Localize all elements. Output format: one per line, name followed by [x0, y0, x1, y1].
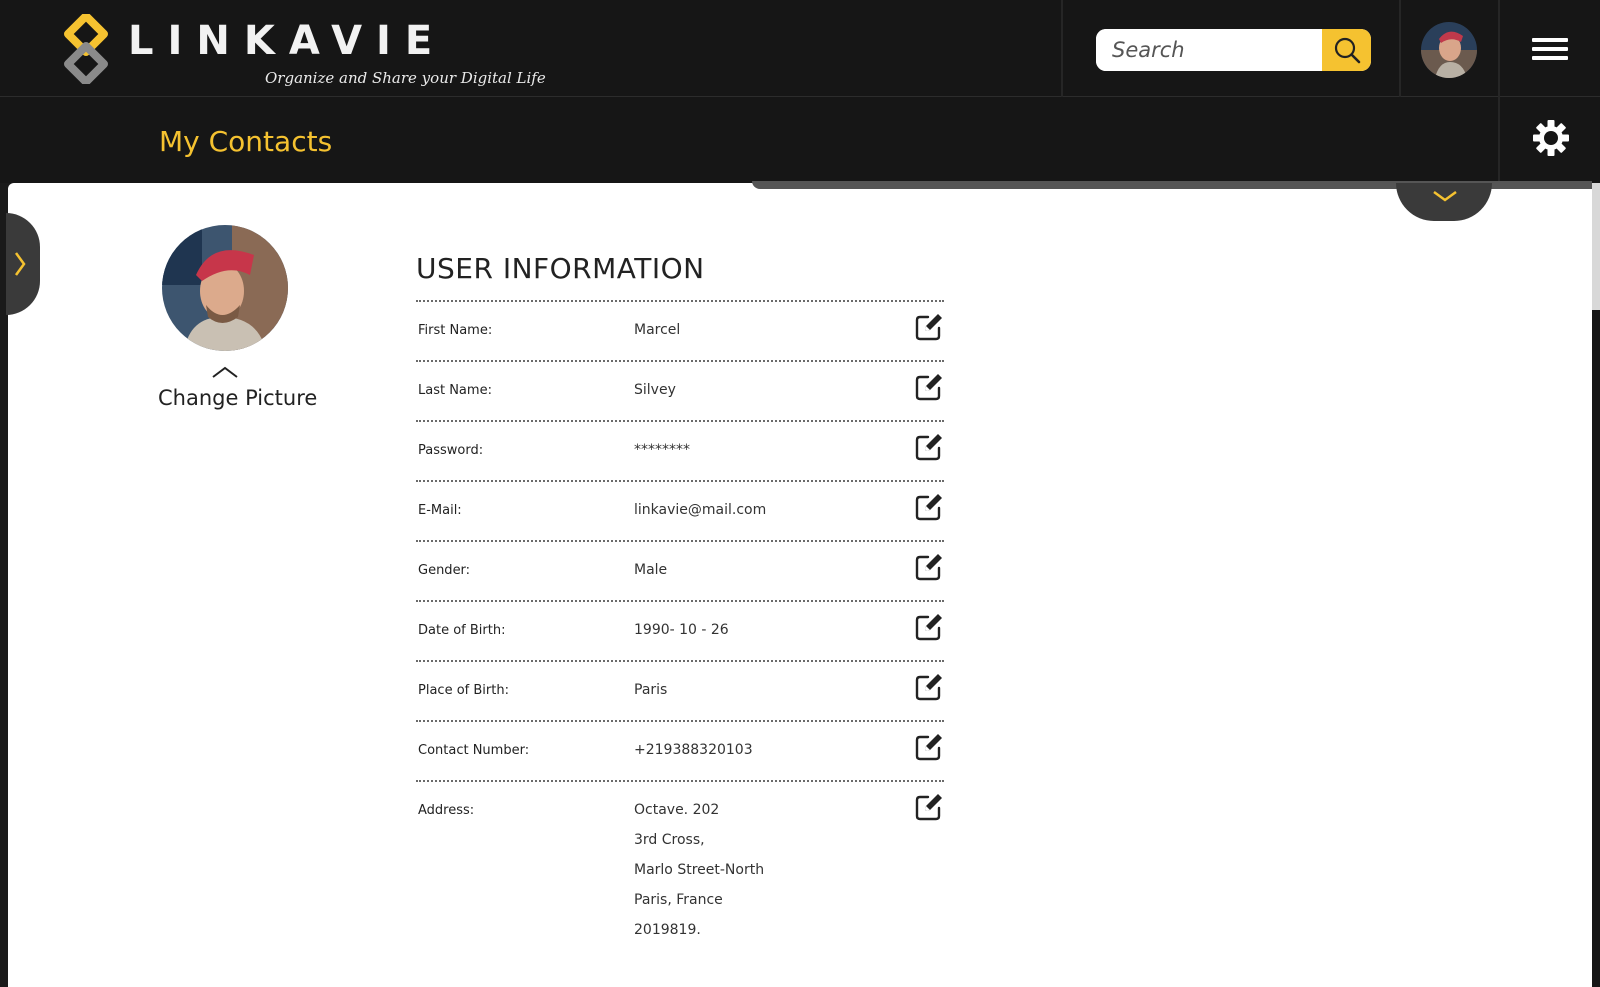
chevron-down-icon — [1433, 190, 1457, 202]
divider — [1061, 0, 1063, 97]
edit-icon[interactable] — [914, 492, 944, 522]
chevron-right-icon — [14, 252, 26, 276]
search-button[interactable] — [1322, 29, 1371, 71]
address-value: Octave. 202 3rd Cross, Marlo Street-Nort… — [634, 795, 764, 945]
edit-icon[interactable] — [914, 792, 944, 822]
info-row-password: Password: ******** — [416, 420, 944, 480]
info-row-date-of-birth: Date of Birth: 1990- 10 - 26 — [416, 600, 944, 660]
field-value: Male — [634, 562, 668, 578]
edit-icon[interactable] — [914, 372, 944, 402]
address-line: Paris, France — [634, 892, 723, 908]
info-row-first-name: First Name: Marcel — [416, 300, 944, 360]
edit-icon[interactable] — [914, 432, 944, 462]
field-value: Silvey — [634, 382, 676, 398]
info-row-last-name: Last Name: Silvey — [416, 360, 944, 420]
page-title: My Contacts — [159, 125, 333, 158]
expand-sidebar-tab[interactable] — [6, 213, 40, 315]
edit-icon[interactable] — [914, 672, 944, 702]
section-title: USER INFORMATION — [416, 252, 705, 285]
profile-image — [162, 225, 288, 351]
field-label: Address: — [418, 803, 475, 818]
user-avatar[interactable] — [1421, 22, 1477, 78]
search-input[interactable] — [1096, 29, 1322, 71]
logo[interactable]: LINKAVIE Organize and Share your Digital… — [62, 12, 546, 94]
avatar-image — [1421, 22, 1477, 78]
search-bar — [1096, 29, 1371, 71]
hamburger-menu-icon[interactable] — [1532, 38, 1568, 62]
field-value: ******** — [634, 442, 690, 458]
field-label: E-Mail: — [418, 503, 462, 518]
address-line: Marlo Street-North — [634, 862, 765, 878]
top-navigation-bar: LINKAVIE Organize and Share your Digital… — [0, 0, 1600, 97]
chevron-up-icon[interactable] — [212, 366, 238, 378]
field-label: Last Name: — [418, 383, 492, 398]
field-value: Marcel — [634, 322, 681, 338]
address-line: 3rd Cross, — [634, 832, 705, 848]
info-row-gender: Gender: Male — [416, 540, 944, 600]
address-line: Octave. 202 — [634, 802, 720, 818]
logo-mark-icon — [64, 14, 108, 84]
user-info-list: First Name: Marcel Last Name: Silvey Pas… — [416, 300, 944, 950]
edit-icon[interactable] — [914, 312, 944, 342]
field-value: +219388320103 — [634, 742, 753, 758]
brand-tagline: Organize and Share your Digital Life — [265, 69, 546, 87]
field-value: Paris — [634, 682, 668, 698]
field-label: First Name: — [418, 323, 493, 338]
field-label: Contact Number: — [418, 743, 530, 758]
change-picture-button[interactable]: Change Picture — [158, 386, 317, 410]
info-row-contact-number: Contact Number: +219388320103 — [416, 720, 944, 780]
info-row-email: E-Mail: linkavie@mail.com — [416, 480, 944, 540]
divider — [1498, 0, 1500, 97]
address-line: 2019819. — [634, 922, 701, 938]
profile-picture[interactable] — [162, 225, 288, 351]
field-label: Date of Birth: — [418, 623, 506, 638]
field-value: linkavie@mail.com — [634, 502, 767, 518]
brand-name: LINKAVIE — [128, 18, 447, 64]
search-icon — [1334, 37, 1360, 64]
edit-icon[interactable] — [914, 732, 944, 762]
field-label: Place of Birth: — [418, 683, 509, 698]
info-row-place-of-birth: Place of Birth: Paris — [416, 660, 944, 720]
field-value: 1990- 10 - 26 — [634, 622, 729, 638]
divider — [1399, 0, 1401, 97]
field-label: Password: — [418, 443, 484, 458]
info-row-address: Address: Octave. 202 3rd Cross, Marlo St… — [416, 780, 944, 950]
gear-icon[interactable] — [1532, 119, 1570, 157]
page-header: My Contacts — [0, 97, 1600, 183]
edit-icon[interactable] — [914, 552, 944, 582]
edit-icon[interactable] — [914, 612, 944, 642]
divider — [1498, 97, 1500, 183]
field-label: Gender: — [418, 563, 471, 578]
scrollbar-thumb[interactable] — [1592, 183, 1600, 310]
